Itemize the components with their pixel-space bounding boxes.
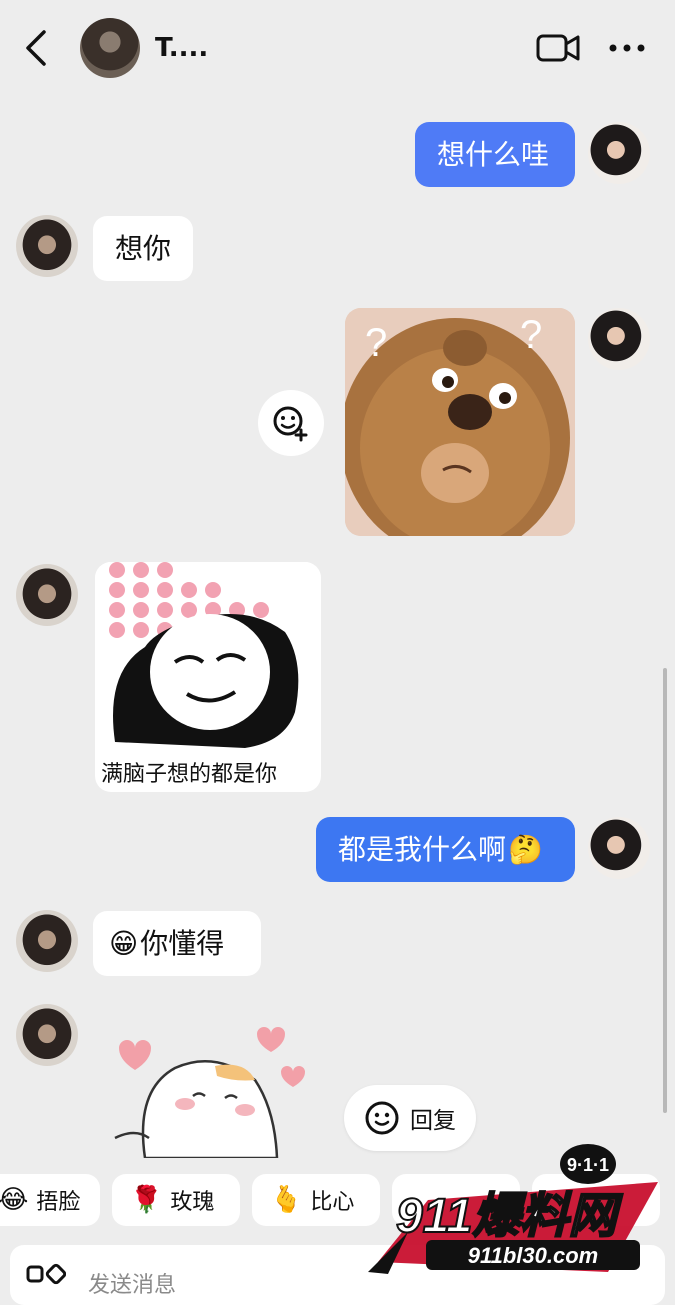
add-sticker-button[interactable] — [258, 390, 324, 456]
more-horizontal-icon[interactable] — [608, 38, 646, 58]
reply-label: 回复 — [410, 1108, 456, 1134]
add-emoji-icon — [273, 406, 308, 442]
my-avatar[interactable] — [588, 817, 650, 879]
watermark-title: 911爆料网 — [396, 1190, 624, 1243]
quick-reply-facepalm[interactable]: 😂 捂脸 — [0, 1174, 100, 1226]
svg-text:?: ? — [365, 321, 387, 365]
video-camera-icon[interactable] — [536, 30, 580, 66]
heart-hands-emoji: 🫰 — [270, 1185, 303, 1215]
rose-emoji: 🌹 — [130, 1185, 163, 1215]
incoming-message[interactable]: 想你 — [93, 216, 193, 281]
message-text: 你懂得 — [140, 926, 225, 960]
my-avatar[interactable] — [588, 122, 650, 184]
cat-sticker[interactable] — [105, 1020, 315, 1158]
message-input-placeholder: 发送消息 — [88, 1273, 177, 1298]
chat-header: T.... — [0, 0, 675, 92]
incoming-message[interactable]: 😁 你懂得 — [93, 911, 261, 976]
chat-scrollbar[interactable] — [663, 668, 667, 1113]
outgoing-message[interactable]: 都是我什么啊 🤔 — [316, 817, 575, 882]
chip-label: 比心 — [310, 1190, 355, 1215]
bear-sticker[interactable]: ? ? — [345, 308, 575, 536]
smiley-icon — [365, 1101, 399, 1135]
chip-label: 玫瑰 — [170, 1190, 215, 1215]
sticker-caption: 满脑子想的都是你 — [101, 762, 278, 787]
back-chevron-icon[interactable] — [18, 28, 54, 68]
my-avatar[interactable] — [588, 308, 650, 370]
contact-avatar[interactable] — [80, 18, 140, 78]
grinning-emoji: 😁 — [109, 926, 139, 960]
bear-face-image: ? ? — [345, 308, 575, 536]
contact-name[interactable]: T.... — [155, 33, 208, 63]
contact-avatar[interactable] — [16, 564, 78, 626]
message-text: 想你 — [115, 231, 172, 265]
chip-label: 捂脸 — [36, 1190, 81, 1215]
panda-meme-sticker[interactable]: 满脑子想的都是你 — [95, 562, 321, 792]
thinking-face-emoji: 🤔 — [508, 832, 543, 866]
message-text: 都是我什么啊 — [338, 832, 507, 866]
svg-text:?: ? — [520, 313, 542, 357]
cat-sticker-image — [114, 1027, 305, 1158]
message-text: 想什么哇 — [437, 137, 550, 171]
outgoing-message[interactable]: 想什么哇 — [415, 122, 575, 187]
quick-reply-heart-hands[interactable]: 🫰 比心 — [252, 1174, 380, 1226]
panda-meme-image — [95, 562, 321, 762]
contact-avatar[interactable] — [16, 215, 78, 277]
facepalm-emoji: 😂 — [0, 1185, 29, 1215]
contact-avatar[interactable] — [16, 910, 78, 972]
contact-avatar[interactable] — [16, 1004, 78, 1066]
watermark-badge: 9·1·1 — [567, 1155, 609, 1175]
watermark-url: 911bl30.com — [468, 1243, 598, 1268]
site-watermark-logo: 9·1·1 911爆料网 911bl30.com — [368, 1144, 658, 1274]
apps-icon[interactable] — [26, 1263, 66, 1287]
quick-reply-rose[interactable]: 🌹 玫瑰 — [112, 1174, 240, 1226]
